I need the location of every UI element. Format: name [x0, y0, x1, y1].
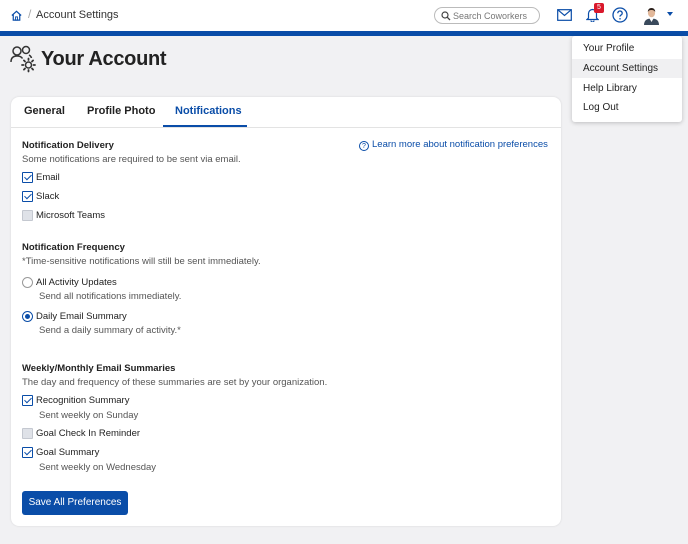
daily-summary-label: Daily Email Summary: [36, 311, 127, 322]
tab-general[interactable]: General: [24, 105, 65, 117]
avatar[interactable]: [643, 6, 660, 25]
home-icon[interactable]: [10, 9, 23, 22]
menu-item-account-settings[interactable]: Account Settings: [572, 59, 682, 78]
user-menu: Your Profile Account Settings Help Libra…: [572, 36, 682, 122]
account-settings-icon: [10, 45, 36, 73]
all-activity-radio[interactable]: [22, 277, 33, 288]
goal-summary-checkbox[interactable]: [22, 447, 33, 458]
daily-summary-description: Send a daily summary of activity.*: [39, 325, 181, 336]
email-label: Email: [36, 172, 60, 183]
question-circle-icon: ?: [359, 141, 369, 151]
recognition-summary-label: Recognition Summary: [36, 395, 130, 406]
active-tab-indicator: [163, 125, 247, 127]
summaries-section-subtitle: The day and frequency of these summaries…: [22, 377, 328, 388]
top-bar: / Account Settings 5: [0, 0, 688, 31]
settings-card: General Profile Photo Notifications Noti…: [11, 97, 561, 526]
tab-notifications[interactable]: Notifications: [175, 105, 242, 117]
slack-label: Slack: [36, 191, 60, 202]
summaries-section-title: Weekly/Monthly Email Summaries: [22, 363, 176, 374]
chevron-down-icon[interactable]: [667, 12, 673, 16]
goal-check-in-checkbox[interactable]: [22, 428, 33, 439]
search-box[interactable]: [434, 7, 540, 24]
goal-check-in-label: Goal Check In Reminder: [36, 428, 141, 439]
recognition-summary-checkbox[interactable]: [22, 395, 33, 406]
frequency-section-subtitle: *Time-sensitive notifications will still…: [22, 256, 261, 267]
search-input[interactable]: [453, 9, 537, 22]
goal-summary-description: Sent weekly on Wednesday: [39, 462, 157, 473]
mail-icon[interactable]: [557, 9, 572, 21]
all-activity-label: All Activity Updates: [36, 277, 117, 288]
goal-summary-label: Goal Summary: [36, 447, 100, 458]
daily-summary-radio[interactable]: [22, 311, 33, 322]
delivery-section-title: Notification Delivery: [22, 140, 114, 151]
delivery-section-subtitle: Some notifications are required to be se…: [22, 154, 241, 165]
email-checkbox[interactable]: [22, 172, 33, 183]
help-icon[interactable]: [612, 7, 628, 23]
tab-bar: General Profile Photo Notifications: [11, 97, 561, 128]
menu-item-help-library[interactable]: Help Library: [572, 79, 682, 98]
slack-checkbox[interactable]: [22, 191, 33, 202]
breadcrumb-separator: /: [28, 7, 32, 21]
menu-item-your-profile[interactable]: Your Profile: [572, 39, 682, 58]
save-all-preferences-button[interactable]: Save All Preferences: [22, 491, 128, 515]
notification-badge: 5: [594, 3, 604, 13]
page-title: Your Account: [41, 48, 167, 70]
microsoft-teams-label: Microsoft Teams: [36, 210, 105, 221]
tab-profile-photo[interactable]: Profile Photo: [87, 105, 155, 117]
microsoft-teams-checkbox[interactable]: [22, 210, 33, 221]
learn-more-link[interactable]: ? Learn more about notification preferenc…: [359, 139, 548, 151]
search-icon: [441, 11, 451, 21]
frequency-section-title: Notification Frequency: [22, 242, 125, 253]
breadcrumb-current: Account Settings: [36, 9, 119, 21]
recognition-summary-description: Sent weekly on Sunday: [39, 410, 139, 421]
all-activity-description: Send all notifications immediately.: [39, 291, 182, 302]
menu-item-log-out[interactable]: Log Out: [572, 98, 682, 117]
learn-more-label: Learn more about notification preference…: [372, 139, 548, 150]
